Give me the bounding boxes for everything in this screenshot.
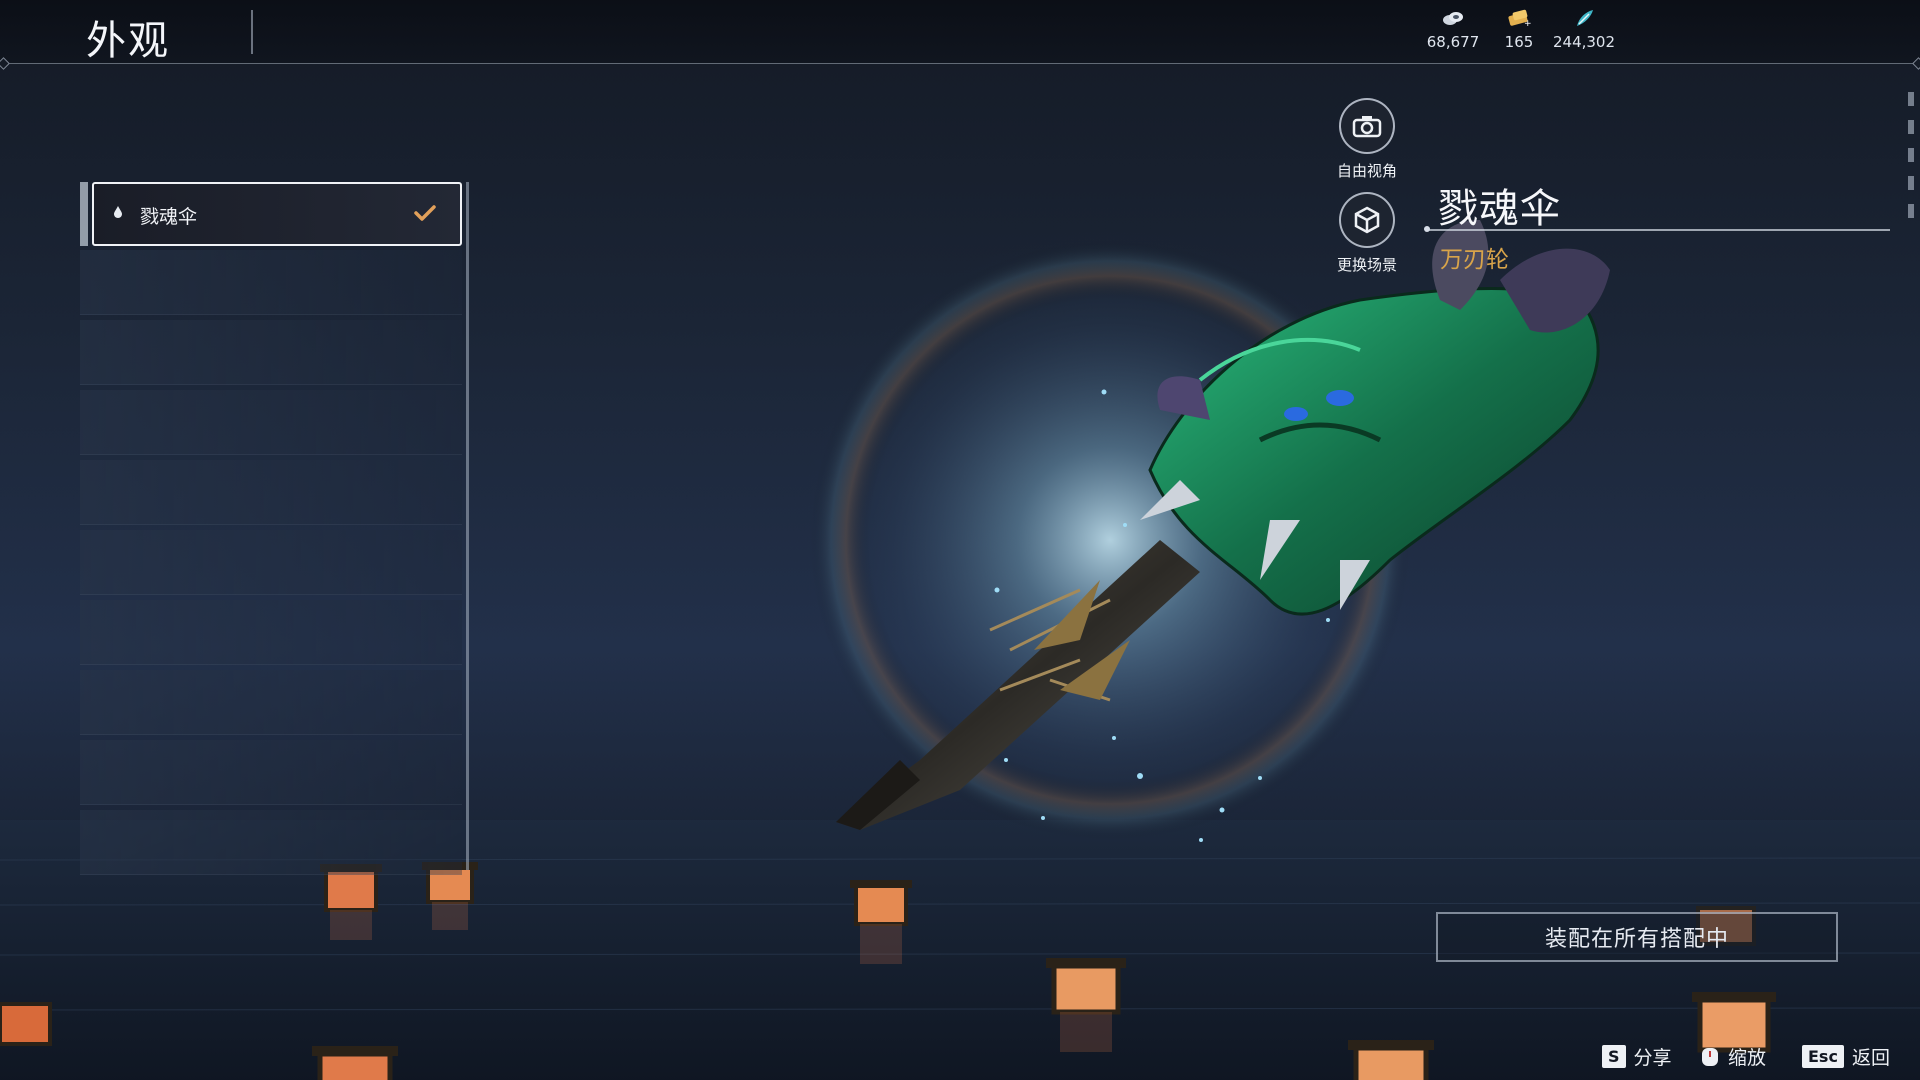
drop-icon	[114, 206, 122, 218]
side-scroll-segment	[1908, 120, 1914, 134]
tickets-value: 165	[1504, 33, 1534, 51]
change-scene-button[interactable]: 更换场景	[1322, 192, 1412, 275]
item-name: 戮魂伞	[1438, 186, 1561, 232]
page-title: 外观	[86, 18, 170, 64]
list-scrollbar[interactable]	[466, 182, 469, 870]
hint-share[interactable]: S 分享	[1602, 1043, 1672, 1070]
coin-stack-icon	[1443, 12, 1463, 25]
svg-text:+: +	[1524, 19, 1532, 28]
side-scroll-segment	[1908, 176, 1914, 190]
hint-zoom[interactable]: 缩放	[1700, 1043, 1766, 1070]
hint-back[interactable]: Esc 返回	[1802, 1043, 1890, 1070]
feather-token-icon	[1577, 10, 1593, 26]
side-scroll-segment	[1908, 204, 1914, 218]
equip-all-label: 装配在所有搭配中	[1544, 927, 1729, 952]
currency-tickets: + 165	[1484, 8, 1554, 51]
top-bar	[0, 0, 1920, 64]
coins-value: 68,677	[1426, 33, 1480, 51]
change-scene-label: 更换场景	[1336, 256, 1397, 274]
side-scroll-indicator[interactable]	[1908, 92, 1916, 272]
list-slot[interactable]	[80, 390, 462, 455]
key-esc: Esc	[1802, 1045, 1844, 1068]
hint-share-label: 分享	[1633, 1047, 1672, 1069]
list-slot[interactable]	[80, 320, 462, 385]
title-divider	[251, 10, 253, 54]
list-slot[interactable]	[80, 460, 462, 525]
camera-icon	[1352, 116, 1382, 138]
mouse-wheel-icon	[1702, 1047, 1718, 1066]
currency-coins: 68,677	[1418, 8, 1488, 51]
ticket-plus-icon: +	[1508, 9, 1532, 28]
hint-zoom-label: 缩放	[1728, 1047, 1767, 1069]
free-view-label: 自由视角	[1336, 162, 1397, 180]
list-slot[interactable]	[80, 600, 462, 665]
equip-all-button[interactable]: 装配在所有搭配中	[1436, 912, 1838, 962]
list-slot[interactable]	[80, 530, 462, 595]
cube-icon	[1354, 206, 1380, 234]
list-slot[interactable]	[80, 670, 462, 735]
free-view-button[interactable]: 自由视角	[1322, 98, 1412, 181]
hint-back-label: 返回	[1851, 1047, 1890, 1069]
feathers-value: 244,302	[1552, 33, 1616, 51]
side-scroll-segment	[1908, 92, 1914, 106]
selection-marker	[80, 182, 88, 246]
top-bar-divider	[0, 63, 1920, 64]
change-scene-circle	[1339, 192, 1395, 248]
item-type: 万刃轮	[1440, 247, 1509, 273]
list-slot[interactable]	[80, 740, 462, 805]
check-icon	[414, 205, 436, 221]
list-slot[interactable]	[80, 810, 462, 875]
list-item-selected[interactable]: 戮魂伞	[92, 182, 462, 246]
list-slot[interactable]	[80, 250, 462, 315]
currency-feathers: 244,302	[1549, 8, 1619, 51]
key-s: S	[1602, 1045, 1626, 1068]
list-item-label: 戮魂伞	[140, 206, 198, 228]
side-scroll-segment	[1908, 148, 1914, 162]
free-view-circle	[1339, 98, 1395, 154]
item-name-underline	[1428, 229, 1890, 231]
